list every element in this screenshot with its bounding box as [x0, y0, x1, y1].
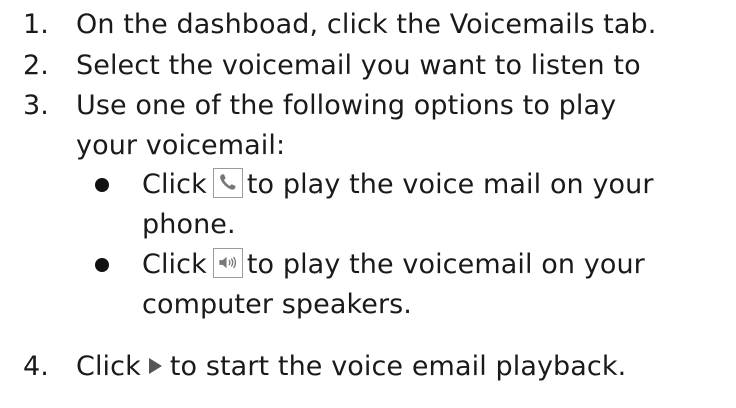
speaker-icon — [212, 248, 243, 278]
phone-icon — [212, 168, 243, 198]
option-line2: phone. — [142, 209, 236, 240]
step-number: 1. — [23, 9, 49, 40]
step-3: 3. Use one of the following options to p… — [0, 87, 736, 125]
play-icon — [148, 358, 162, 374]
step-4: 4. Click to start the voice email playbac… — [0, 348, 736, 386]
option-phone-continued: phone. — [0, 206, 736, 244]
instructions-document: 1. On the dashboad, click the Voicemails… — [0, 0, 736, 408]
step-text: Select the voicemail you want to listen … — [76, 50, 641, 81]
step-2: 2. Select the voicemail you want to list… — [0, 47, 736, 85]
step-text: your voicemail: — [76, 130, 286, 161]
step-1: 1. On the dashboad, click the Voicemails… — [0, 6, 736, 44]
option-speaker: Click to play the voicemail on your — [0, 246, 736, 284]
option-speaker-continued: computer speakers. — [0, 286, 736, 324]
option-suffix: to play the voicemail on your — [246, 249, 645, 280]
option-phone: Click to play the voice mail on your — [0, 166, 736, 204]
step-text: Click to start the voice email playback. — [76, 348, 626, 386]
step-text: On the dashboad, click the Voicemails ta… — [76, 9, 657, 40]
option-suffix: to play the voice mail on your — [246, 169, 654, 200]
step-text: Use one of the following options to play — [76, 90, 617, 121]
step-number: 4. — [23, 351, 49, 382]
option-line2: computer speakers. — [142, 289, 412, 320]
option-line: Click to play the voicemail on your — [142, 246, 645, 284]
option-prefix: Click — [142, 169, 207, 200]
step-number: 2. — [23, 50, 49, 81]
option-line: Click to play the voice mail on your — [142, 166, 654, 204]
step-3-continued: your voicemail: — [0, 127, 736, 165]
step-suffix: to start the voice email playback. — [169, 351, 627, 382]
step-number: 3. — [23, 90, 49, 121]
step-prefix: Click — [76, 351, 141, 382]
option-prefix: Click — [142, 249, 207, 280]
